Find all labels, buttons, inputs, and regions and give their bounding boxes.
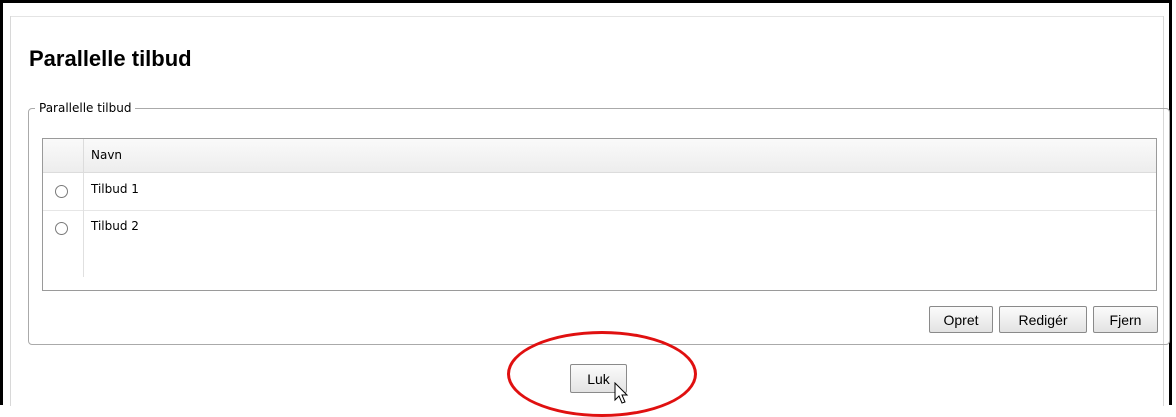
create-button[interactable]: Opret bbox=[929, 306, 993, 333]
offer-name-cell: Tilbud 2 bbox=[91, 219, 139, 233]
grid-header: Navn bbox=[43, 139, 1156, 173]
row-radio-button[interactable] bbox=[55, 185, 68, 198]
selection-column-header bbox=[43, 139, 84, 172]
divider bbox=[10, 16, 11, 406]
offers-grid: Navn Tilbud 1 Tilbud 2 bbox=[42, 138, 1157, 291]
divider bbox=[10, 16, 1164, 17]
selection-cell bbox=[43, 173, 84, 210]
selection-cell bbox=[43, 210, 84, 247]
offer-name-cell: Tilbud 1 bbox=[91, 182, 139, 196]
edit-button[interactable]: Redigér bbox=[999, 306, 1087, 333]
group-legend: Parallelle tilbud bbox=[39, 101, 132, 115]
row-radio-button[interactable] bbox=[55, 222, 68, 235]
column-divider bbox=[83, 247, 84, 277]
highlight-annotation bbox=[507, 331, 697, 417]
remove-button[interactable]: Fjern bbox=[1093, 306, 1158, 333]
table-row[interactable]: Tilbud 2 bbox=[43, 210, 1156, 247]
page-title: Parallelle tilbud bbox=[29, 46, 192, 71]
column-header-name[interactable]: Navn bbox=[91, 148, 122, 162]
table-row[interactable]: Tilbud 1 bbox=[43, 173, 1156, 211]
mouse-cursor-icon bbox=[614, 382, 629, 404]
